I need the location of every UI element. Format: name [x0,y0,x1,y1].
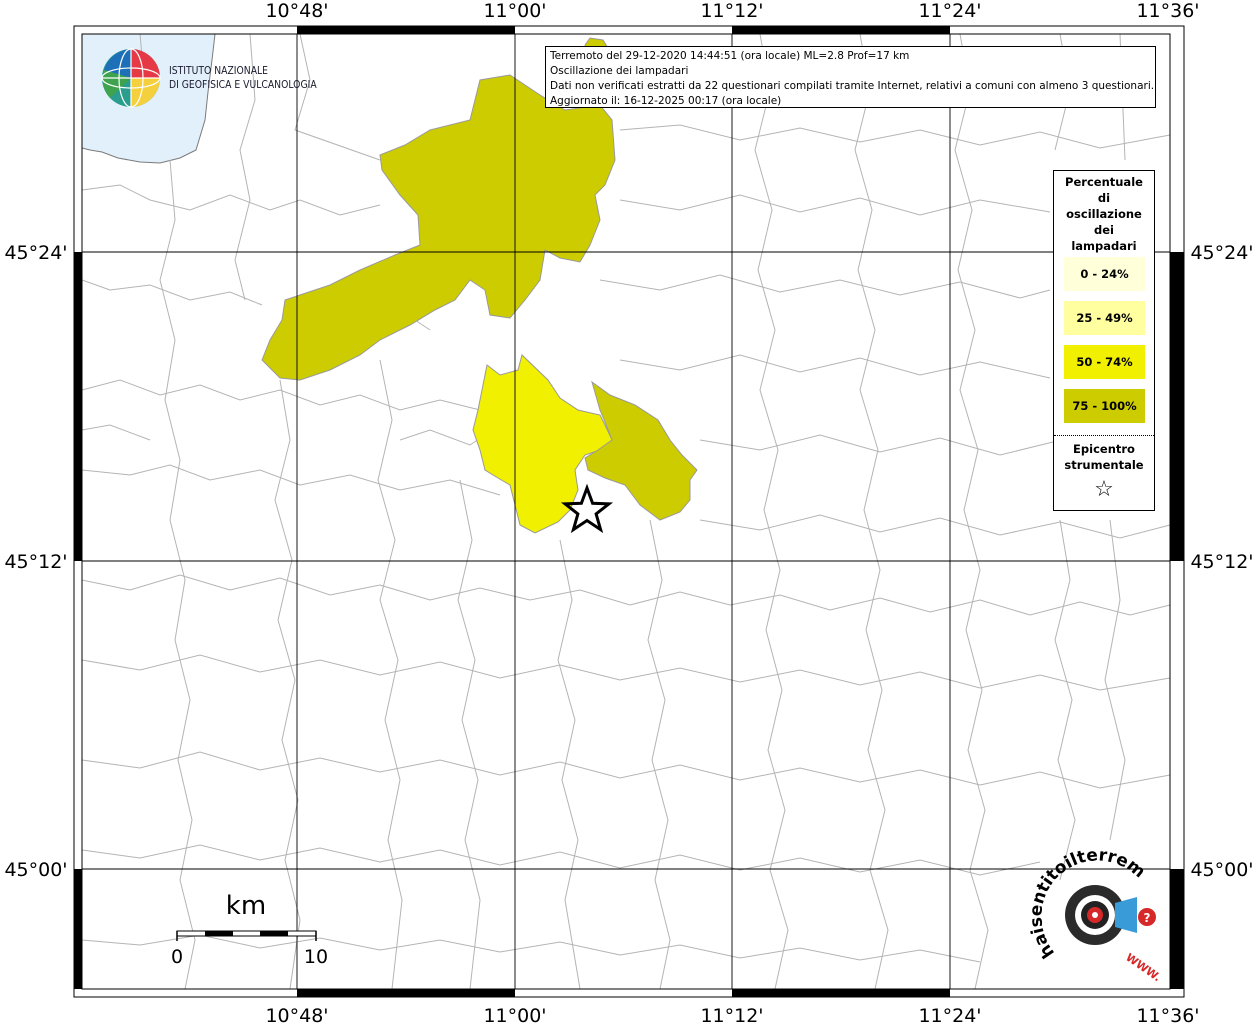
ingv-logo-icon [101,48,161,108]
lon-label-top: 10°48' [265,0,328,22]
ingv-line1: ISTITUTO NAZIONALE [169,65,269,77]
info-line3: Dati non verificati estratti da 22 quest… [550,80,1155,92]
legend-item-0-24: 0 - 24% [1064,257,1145,291]
scale-end: 10 [304,946,328,968]
legend-item-75-100: 75 - 100% [1064,389,1145,423]
ingv-logo-text: ISTITUTO NAZIONALE DI GEOFISICA E VULCAN… [169,64,317,92]
lon-label-bottom: 11°12' [700,1005,763,1024]
longitude-labels-bottom: 10°48' 11°00' 11°12' 11°24' 11°36' [265,1005,1199,1024]
svg-text:?: ? [1144,911,1151,925]
lat-label-right: 45°12' [1190,551,1253,573]
legend-epicenter-label: Epicentro strumentale [1064,442,1144,472]
longitude-labels-top: 10°48' 11°00' 11°12' 11°24' 11°36' [265,0,1199,22]
info-line2: Oscillazione dei lampadari [550,65,689,77]
latitude-labels-left: 45°24' 45°12' 45°00' [4,242,67,881]
legend-star-icon: ☆ [1094,477,1114,502]
lat-label-right: 45°00' [1190,859,1253,881]
lat-label-left: 45°00' [4,859,67,881]
ingv-line2: DI GEOFISICA E VULCANOLOGIA [169,79,317,91]
intensity-map: 10°48' 11°00' 11°12' 11°24' 11°36' 10°48… [4,0,1253,1024]
lon-label-bottom: 11°36' [1136,1005,1199,1024]
scale-unit: km [226,891,266,921]
lon-label-top: 11°00' [483,0,546,22]
lon-label-top: 11°36' [1136,0,1199,22]
info-line1: Terremoto del 29-12-2020 14:44:51 (ora l… [550,50,910,62]
lon-label-bottom: 11°00' [483,1005,546,1024]
lon-label-top: 11°12' [700,0,763,22]
legend-item-25-49: 25 - 49% [1064,301,1145,335]
latitude-labels-right: 45°24' 45°12' 45°00' [1190,242,1253,881]
lat-label-right: 45°24' [1190,242,1253,264]
lat-label-left: 45°12' [4,551,67,573]
lat-label-left: 45°24' [4,242,67,264]
legend-item-50-74: 50 - 74% [1064,345,1145,379]
lon-label-bottom: 10°48' [265,1005,328,1024]
scale-start: 0 [171,946,183,968]
lon-label-top: 11°24' [918,0,981,22]
legend-separator [1054,435,1154,436]
earthquake-info-box: Terremoto del 29-12-2020 14:44:51 (ora l… [545,46,1156,108]
legend-title: Percentuale di oscillazione dei lampadari [1065,175,1143,253]
lon-label-bottom: 11°24' [918,1005,981,1024]
info-line4: Aggiornato il: 16-12-2025 00:17 (ora loc… [550,95,782,107]
map-legend: Percentuale di oscillazione dei lampadari 0 … [1053,170,1155,511]
